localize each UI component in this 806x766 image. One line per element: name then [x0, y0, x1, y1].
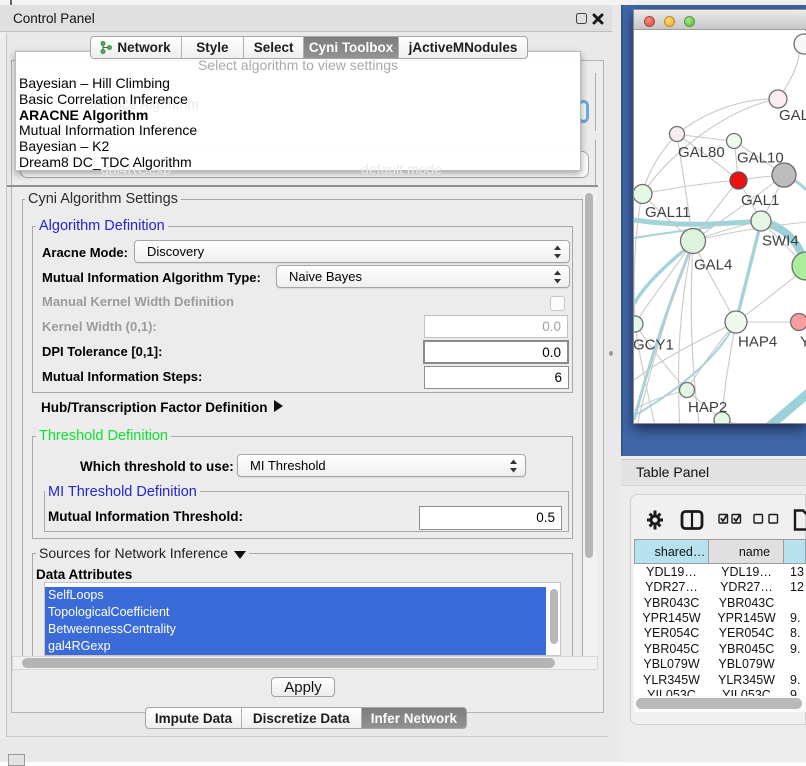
svg-text:HAP2: HAP2 [688, 399, 727, 416]
svg-text:GAL10: GAL10 [737, 150, 784, 167]
svg-text:GAL1: GAL1 [741, 192, 779, 209]
svg-text:HAP4: HAP4 [738, 334, 777, 351]
svg-text:SWI4: SWI4 [762, 233, 799, 250]
svg-text:GCY1: GCY1 [634, 337, 674, 354]
svg-text:GAL11: GAL11 [645, 204, 691, 221]
svg-text:GAL7: GAL7 [779, 107, 806, 124]
svg-text:YJ: YJ [800, 334, 806, 351]
svg-text:GAL4: GAL4 [694, 257, 732, 274]
svg-text:GAL80: GAL80 [678, 144, 725, 161]
